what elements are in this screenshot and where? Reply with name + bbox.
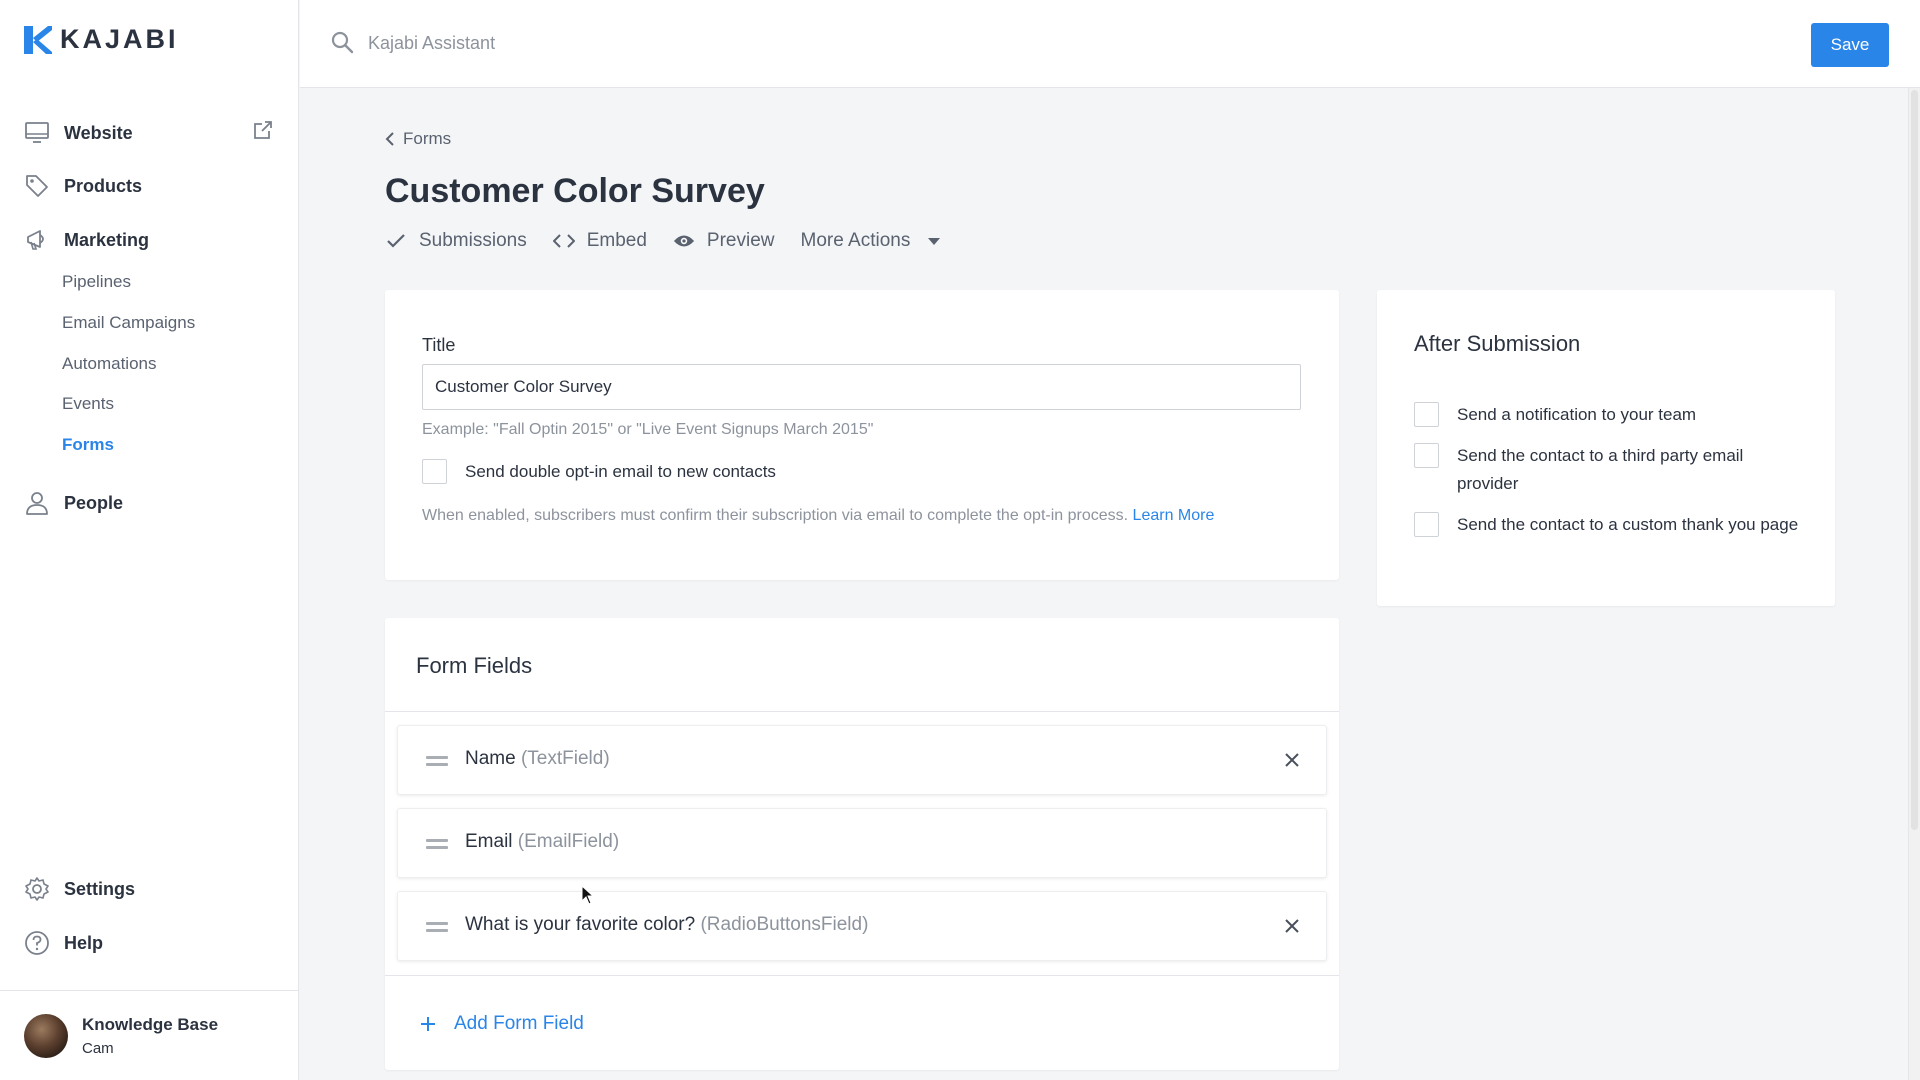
preview-label: Preview [706, 230, 775, 251]
checkmark-icon [385, 230, 407, 252]
option-label: Send a notification to your team [1457, 405, 1697, 424]
sidebar-item-marketing[interactable]: Marketing [24, 227, 149, 253]
breadcrumb[interactable]: Forms [385, 129, 451, 149]
double-optin-checkbox[interactable] [422, 459, 447, 484]
drag-handle-icon[interactable] [426, 839, 448, 849]
sidebar-item-help[interactable]: Help [24, 930, 103, 956]
sidebar-item-forms[interactable]: Forms [62, 435, 114, 455]
double-optin-row: Send double opt-in email to new contacts [422, 458, 776, 486]
code-icon [552, 230, 575, 252]
sidebar-item-products[interactable]: Products [24, 173, 142, 199]
caret-down-icon [928, 237, 941, 245]
form-actions-bar: Submissions Embed Preview More Actions [385, 230, 966, 252]
embed-action[interactable]: Embed [552, 230, 647, 252]
field-type: (TextField) [520, 748, 610, 769]
double-optin-label: Send double opt-in email to new contacts [465, 462, 776, 481]
field-type: (RadioButtonsField) [700, 914, 869, 935]
eye-icon [673, 230, 695, 252]
gear-icon [24, 876, 50, 902]
page-title: Customer Color Survey [385, 172, 765, 210]
plus-icon [421, 1017, 435, 1031]
sidebar-item-label: Settings [64, 878, 136, 899]
sidebar-item-settings[interactable]: Settings [24, 876, 135, 902]
megaphone-icon [24, 227, 50, 253]
add-form-field-label: Add Form Field [454, 1013, 584, 1034]
account-menu[interactable]: Knowledge Base Cam [0, 990, 299, 1080]
after-submission-option: Send a notification to your team [1414, 401, 1804, 429]
chevron-left-icon [385, 132, 394, 146]
scrollbar[interactable] [1908, 88, 1920, 1080]
field-label: What is your favorite color? (RadioButto… [465, 914, 869, 935]
learn-more-link[interactable]: Learn More [1133, 507, 1215, 524]
preview-action[interactable]: Preview [673, 230, 775, 252]
external-link-icon[interactable] [252, 119, 274, 141]
search-icon [331, 31, 354, 54]
sidebar-item-label: Website [64, 122, 133, 143]
close-icon[interactable] [1282, 916, 1302, 936]
form-field-row[interactable]: What is your favorite color? (RadioButto… [397, 891, 1327, 961]
user-name: Cam [82, 1039, 114, 1057]
sidebar-item-automations[interactable]: Automations [62, 354, 157, 374]
field-label: Email (EmailField) [465, 831, 620, 852]
sidebar: KAJABI Website Products Marketing Pipeli… [0, 0, 299, 1080]
sidebar-item-people[interactable]: People [24, 490, 123, 516]
form-field-row[interactable]: Email (EmailField) [397, 808, 1327, 878]
submissions-action[interactable]: Submissions [385, 230, 527, 252]
after-submission-card: After Submission Send a notification to … [1377, 290, 1835, 606]
double-optin-help-text: When enabled, subscribers must confirm t… [422, 507, 1129, 524]
form-title-input[interactable] [422, 364, 1301, 410]
sidebar-item-label: Products [64, 175, 143, 196]
title-hint: Example: "Fall Optin 2015" or "Live Even… [422, 421, 874, 438]
sidebar-item-label: Help [64, 932, 104, 953]
assistant-search-input[interactable] [368, 28, 968, 58]
add-form-field-button[interactable]: Add Form Field [420, 1013, 584, 1035]
more-actions-label: More Actions [800, 230, 911, 251]
form-fields-title: Form Fields [416, 653, 533, 678]
thank-you-page-checkbox[interactable] [1414, 512, 1439, 537]
topbar: Save [300, 0, 1920, 88]
kajabi-logo[interactable]: KAJABI [24, 24, 179, 55]
notify-team-checkbox[interactable] [1414, 402, 1439, 427]
form-field-row[interactable]: Name (TextField) [397, 725, 1327, 795]
title-label: Title [422, 335, 456, 355]
after-submission-title: After Submission [1414, 331, 1581, 356]
after-submission-option: Send the contact to a third party email … [1414, 442, 1804, 498]
avatar [24, 1013, 68, 1058]
form-fields-card: Form Fields Name (TextField) Email (Emai… [385, 618, 1339, 1070]
submissions-label: Submissions [419, 230, 527, 251]
more-actions-dropdown[interactable]: More Actions [801, 230, 941, 252]
drag-handle-icon[interactable] [426, 756, 448, 766]
person-icon [24, 490, 50, 516]
form-fields-header: Form Fields [385, 618, 1339, 712]
kajabi-logo-text: KAJABI [60, 24, 179, 54]
mouse-cursor-icon [581, 885, 595, 905]
help-icon [24, 930, 50, 956]
sidebar-item-label: People [64, 492, 124, 513]
monitor-icon [24, 120, 50, 146]
kajabi-logo-icon [24, 25, 52, 54]
embed-label: Embed [586, 230, 647, 251]
double-optin-help: When enabled, subscribers must confirm t… [422, 507, 1214, 525]
sidebar-item-label: Marketing [64, 229, 150, 250]
site-name: Knowledge Base [82, 1014, 219, 1034]
sidebar-item-events[interactable]: Events [62, 394, 114, 414]
third-party-provider-checkbox[interactable] [1414, 443, 1439, 468]
breadcrumb-label: Forms [403, 129, 452, 148]
close-icon[interactable] [1282, 750, 1302, 770]
option-label: Send the contact to a third party email … [1457, 446, 1744, 493]
sidebar-item-email-campaigns[interactable]: Email Campaigns [62, 313, 195, 333]
tag-icon [24, 173, 50, 199]
sidebar-item-pipelines[interactable]: Pipelines [62, 272, 131, 292]
field-label: Name (TextField) [465, 748, 610, 769]
sidebar-item-website[interactable]: Website [24, 120, 133, 146]
form-settings-card: Title Example: "Fall Optin 2015" or "Liv… [385, 290, 1339, 580]
divider [385, 975, 1339, 976]
after-submission-option: Send the contact to a custom thank you p… [1414, 511, 1804, 539]
scrollbar-thumb[interactable] [1911, 90, 1918, 830]
save-button[interactable]: Save [1811, 23, 1889, 67]
drag-handle-icon[interactable] [426, 922, 448, 932]
option-label: Send the contact to a custom thank you p… [1457, 515, 1799, 534]
field-type: (EmailField) [517, 831, 620, 852]
